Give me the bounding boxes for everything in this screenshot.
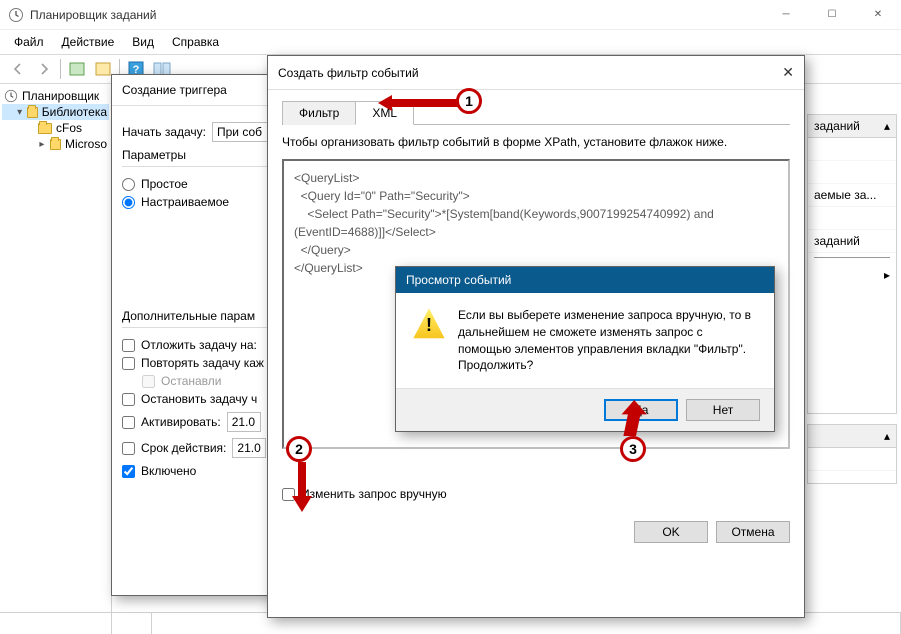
filter-dialog-title-text: Создать фильтр событий bbox=[278, 66, 419, 80]
actions-header-2: ▴ bbox=[808, 425, 896, 448]
chk-enabled[interactable]: Включено bbox=[122, 464, 270, 478]
tree-root[interactable]: Планировщик bbox=[2, 88, 109, 104]
chk-manual-edit[interactable]: Изменить запрос вручную bbox=[282, 487, 790, 501]
forward-button[interactable] bbox=[32, 58, 56, 80]
annotation-marker-3: 3 bbox=[620, 436, 646, 462]
actions-header-label: заданий bbox=[814, 119, 860, 133]
main-title: Планировщик заданий bbox=[30, 8, 763, 22]
back-button[interactable] bbox=[6, 58, 30, 80]
action-item[interactable] bbox=[808, 138, 896, 161]
chk-activate-label: Активировать: bbox=[141, 415, 221, 429]
chk-repeat-label: Повторять задачу каж bbox=[141, 356, 264, 370]
chk-delay[interactable]: Отложить задачу на: bbox=[122, 338, 270, 352]
filter-dialog-title: Создать фильтр событий ✕ bbox=[268, 56, 804, 90]
annotation-arrow-2 bbox=[290, 462, 314, 512]
actions-header: заданий ▴ bbox=[808, 115, 896, 138]
actions-panel-2: ▴ bbox=[807, 424, 897, 484]
chk-stop[interactable]: Остановить задачу ч bbox=[122, 392, 270, 406]
toolbar-btn-a[interactable] bbox=[65, 58, 89, 80]
radio-custom[interactable]: Настраиваемое bbox=[122, 195, 270, 209]
chk-enabled-label: Включено bbox=[141, 464, 196, 478]
chk-expire-label: Срок действия: bbox=[141, 441, 226, 455]
annotation-marker-2: 2 bbox=[286, 436, 312, 462]
tree-library-label: Библиотека bbox=[42, 105, 107, 119]
clock-icon bbox=[8, 7, 24, 23]
chk-stopafter-sub: Останавли bbox=[142, 374, 270, 388]
chevron-right-icon[interactable]: ▸ bbox=[808, 262, 896, 288]
close-button[interactable]: ✕ bbox=[855, 0, 901, 30]
filter-ok-button[interactable]: OK bbox=[634, 521, 708, 543]
folder-icon bbox=[38, 123, 52, 134]
menu-action[interactable]: Действие bbox=[54, 32, 123, 52]
annotation-marker-1: 1 bbox=[456, 88, 482, 114]
folder-icon bbox=[50, 139, 61, 150]
chk-stopafter-sub-label: Останавли bbox=[161, 374, 221, 388]
action-item[interactable] bbox=[808, 207, 896, 230]
extra-group-title: Дополнительные парам bbox=[122, 309, 270, 323]
tab-filter[interactable]: Фильтр bbox=[282, 101, 356, 125]
clock-icon bbox=[4, 89, 18, 103]
tree-root-label: Планировщик bbox=[22, 89, 99, 103]
menubar: Файл Действие Вид Справка bbox=[0, 30, 901, 54]
tree-item-cfos[interactable]: cFos bbox=[2, 120, 109, 136]
start-task-label: Начать задачу: bbox=[122, 125, 206, 139]
chk-repeat[interactable]: Повторять задачу каж bbox=[122, 356, 270, 370]
chk-expire[interactable]: Срок действия: bbox=[122, 441, 226, 455]
confirm-text: Если вы выберете изменение запроса вручн… bbox=[458, 307, 758, 374]
confirm-dialog-title: Просмотр событий bbox=[396, 267, 774, 293]
radio-simple-label: Простое bbox=[141, 177, 188, 191]
actions-panel: заданий ▴ аемые за... заданий ▸ bbox=[807, 114, 897, 414]
no-button[interactable]: Нет bbox=[686, 399, 760, 421]
close-icon[interactable]: ✕ bbox=[782, 64, 794, 81]
minimize-button[interactable]: ─ bbox=[763, 0, 809, 30]
annotation-arrow-1 bbox=[378, 93, 458, 113]
menu-file[interactable]: Файл bbox=[6, 32, 52, 52]
trigger-dialog-title-text: Создание триггера bbox=[122, 83, 227, 97]
chevron-up-icon[interactable]: ▴ bbox=[884, 119, 890, 133]
chevron-up-icon[interactable]: ▴ bbox=[884, 429, 890, 443]
chk-delay-label: Отложить задачу на: bbox=[141, 338, 257, 352]
filter-instruction: Чтобы организовать фильтр событий в форм… bbox=[282, 135, 790, 149]
trigger-dialog-title: Создание триггера bbox=[112, 75, 280, 106]
action-item[interactable] bbox=[808, 448, 896, 471]
tree-item-microsoft[interactable]: ▸ Microso bbox=[2, 136, 109, 152]
action-item[interactable]: аемые за... bbox=[808, 184, 896, 207]
chk-activate[interactable]: Активировать: bbox=[122, 415, 221, 429]
menu-help[interactable]: Справка bbox=[164, 32, 227, 52]
chk-manual-edit-label: Изменить запрос вручную bbox=[301, 487, 447, 501]
menu-view[interactable]: Вид bbox=[124, 32, 162, 52]
expand-icon[interactable]: ▸ bbox=[38, 139, 46, 150]
action-item[interactable]: заданий bbox=[808, 230, 896, 253]
chk-stop-label: Остановить задачу ч bbox=[141, 392, 257, 406]
expand-icon[interactable]: ▾ bbox=[16, 107, 23, 118]
radio-simple[interactable]: Простое bbox=[122, 177, 270, 191]
action-item[interactable] bbox=[808, 161, 896, 184]
annotation-arrow-3 bbox=[618, 400, 648, 440]
filter-cancel-button[interactable]: Отмена bbox=[716, 521, 790, 543]
activate-date[interactable] bbox=[227, 412, 261, 432]
warning-icon bbox=[412, 307, 446, 341]
params-group-title: Параметры bbox=[122, 148, 270, 162]
radio-custom-label: Настраиваемое bbox=[141, 195, 229, 209]
confirm-dialog: Просмотр событий Если вы выберете измене… bbox=[395, 266, 775, 432]
tree-item-label: cFos bbox=[56, 121, 82, 135]
tree-item-label: Microso bbox=[65, 137, 107, 151]
tree-library[interactable]: ▾ Библиотека bbox=[2, 104, 109, 120]
maximize-button[interactable]: ☐ bbox=[809, 0, 855, 30]
tree-panel: Планировщик ▾ Библиотека cFos ▸ Microso bbox=[0, 84, 112, 634]
main-titlebar: Планировщик заданий ─ ☐ ✕ bbox=[0, 0, 901, 30]
confirm-dialog-title-text: Просмотр событий bbox=[406, 273, 511, 287]
folder-icon bbox=[27, 107, 38, 118]
create-trigger-dialog: Создание триггера Начать задачу: Парамет… bbox=[111, 74, 281, 596]
expire-date[interactable] bbox=[232, 438, 266, 458]
start-task-combo[interactable] bbox=[212, 122, 268, 142]
filter-tabs: Фильтр XML bbox=[282, 100, 790, 125]
